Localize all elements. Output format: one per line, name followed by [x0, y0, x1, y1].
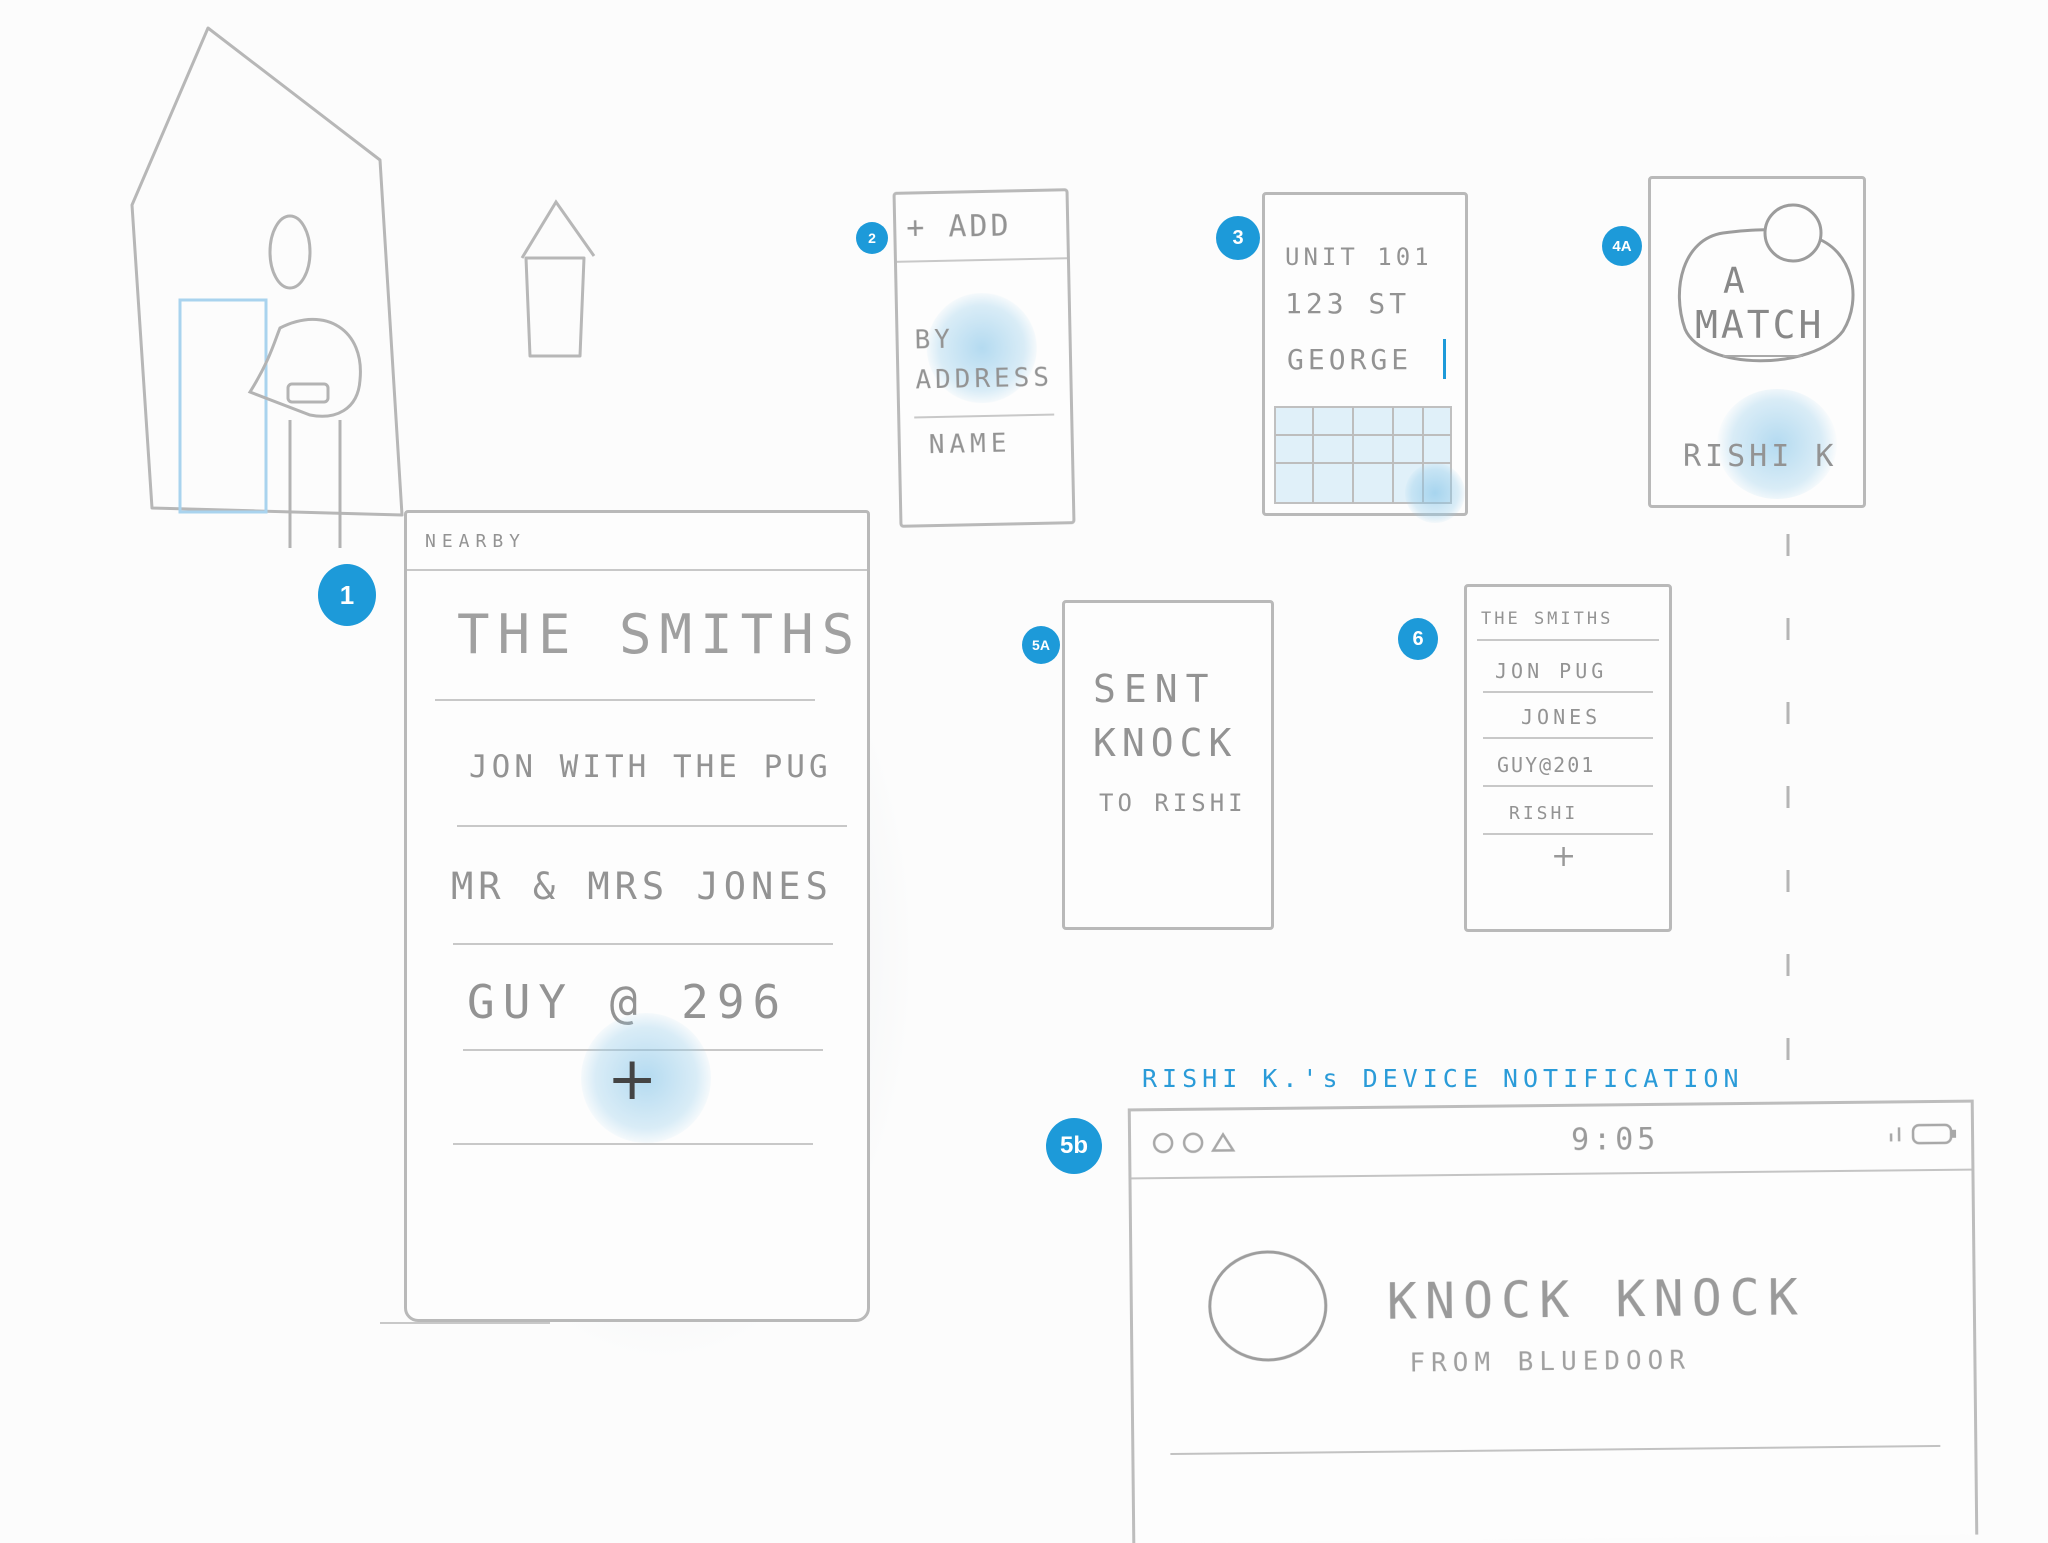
house-sketch-icon — [120, 20, 420, 560]
sent-knock-line: SENT — [1093, 667, 1217, 711]
address-line: 123 ST — [1285, 287, 1410, 320]
tap-indicator — [1405, 463, 1465, 523]
updated-list-screen: THE SMITHS JON PUG JONES GUY@201 RISHI + — [1464, 584, 1672, 932]
address-line: UNIT 101 — [1285, 243, 1433, 271]
text-cursor — [1443, 339, 1446, 379]
step-badge-6: 6 — [1398, 618, 1438, 660]
address-entry-screen: UNIT 101 123 ST GEORGE — [1262, 192, 1468, 516]
list-divider — [453, 943, 833, 945]
notification-bottom-line — [1170, 1445, 1940, 1455]
nearby-header: NEARBY — [425, 531, 526, 552]
match-underline — [1723, 355, 1803, 357]
by-name-option[interactable]: NAME — [928, 428, 1011, 460]
device-notification: 9:05 KNOCK KNOCK FROM BLUEDOOR — [1128, 1100, 1979, 1543]
sent-knock-screen: SENT KNOCK TO RISHI — [1062, 600, 1274, 930]
updated-list-item[interactable]: THE SMITHS — [1481, 609, 1613, 629]
list-divider — [1483, 785, 1653, 787]
updated-list-item[interactable]: GUY@201 — [1497, 753, 1595, 777]
notification-caption: RISHI K.'s DEVICE NOTIFICATION — [1142, 1064, 1744, 1093]
small-house-icon — [508, 196, 608, 366]
add-screen: + ADD BY ADDRESS NAME — [893, 188, 1076, 528]
add-header-divider — [897, 257, 1067, 263]
step-badge-4a: 4A — [1602, 226, 1642, 266]
nearby-header-divider — [407, 569, 867, 571]
updated-list-item[interactable]: RISHI — [1509, 803, 1578, 824]
avatar-icon — [1202, 1245, 1333, 1366]
sent-knock-line: TO RISHI — [1099, 789, 1247, 817]
step-badge-5a: 5A — [1022, 626, 1060, 664]
add-button[interactable]: + — [607, 1049, 657, 1109]
match-screen: A MATCH RISHI K — [1648, 176, 1866, 508]
step-badge-1: 1 — [318, 564, 376, 626]
step-badge-5b: 5b — [1046, 1118, 1102, 1174]
option-divider — [914, 414, 1054, 419]
list-divider — [1483, 833, 1653, 835]
updated-list-item[interactable]: JON PUG — [1495, 659, 1607, 683]
list-divider — [435, 699, 815, 701]
status-icons-left-icon — [1151, 1130, 1251, 1155]
nearby-screen: NEARBY THE SMITHS JON WITH THE PUG MR & … — [404, 510, 870, 1322]
list-item[interactable]: JON WITH THE PUG — [469, 749, 832, 785]
add-header[interactable]: + ADD — [906, 208, 1012, 245]
list-item[interactable]: MR & MRS JONES — [451, 865, 833, 908]
battery-icon — [1883, 1119, 1963, 1150]
updated-list-item[interactable]: JONES — [1521, 705, 1601, 729]
list-divider — [457, 825, 847, 827]
notification-subtitle: FROM BLUEDOOR — [1409, 1346, 1691, 1379]
add-button[interactable]: + — [1551, 839, 1576, 874]
address-line: GEORGE — [1287, 343, 1412, 376]
status-bar: 9:05 — [1131, 1103, 1972, 1174]
list-divider — [1483, 691, 1653, 693]
status-time: 9:05 — [1571, 1122, 1660, 1158]
list-divider — [453, 1143, 813, 1145]
flow-connector — [1778, 534, 1798, 1074]
list-divider — [1477, 639, 1659, 641]
match-name[interactable]: RISHI K — [1683, 439, 1837, 474]
list-item[interactable]: THE SMITHS — [457, 603, 862, 666]
list-divider — [1483, 737, 1653, 739]
step-badge-3: 3 — [1216, 216, 1260, 260]
step-badge-2: 2 — [856, 222, 888, 254]
by-address-option[interactable]: BY ADDRESS — [914, 318, 1056, 401]
match-title-line1: A — [1723, 261, 1751, 302]
match-title-line2: MATCH — [1695, 303, 1824, 347]
sent-knock-line: KNOCK — [1093, 721, 1237, 765]
ground-line — [380, 1322, 550, 1324]
match-badge-icon — [1663, 199, 1859, 379]
notification-title[interactable]: KNOCK KNOCK — [1386, 1268, 1806, 1330]
